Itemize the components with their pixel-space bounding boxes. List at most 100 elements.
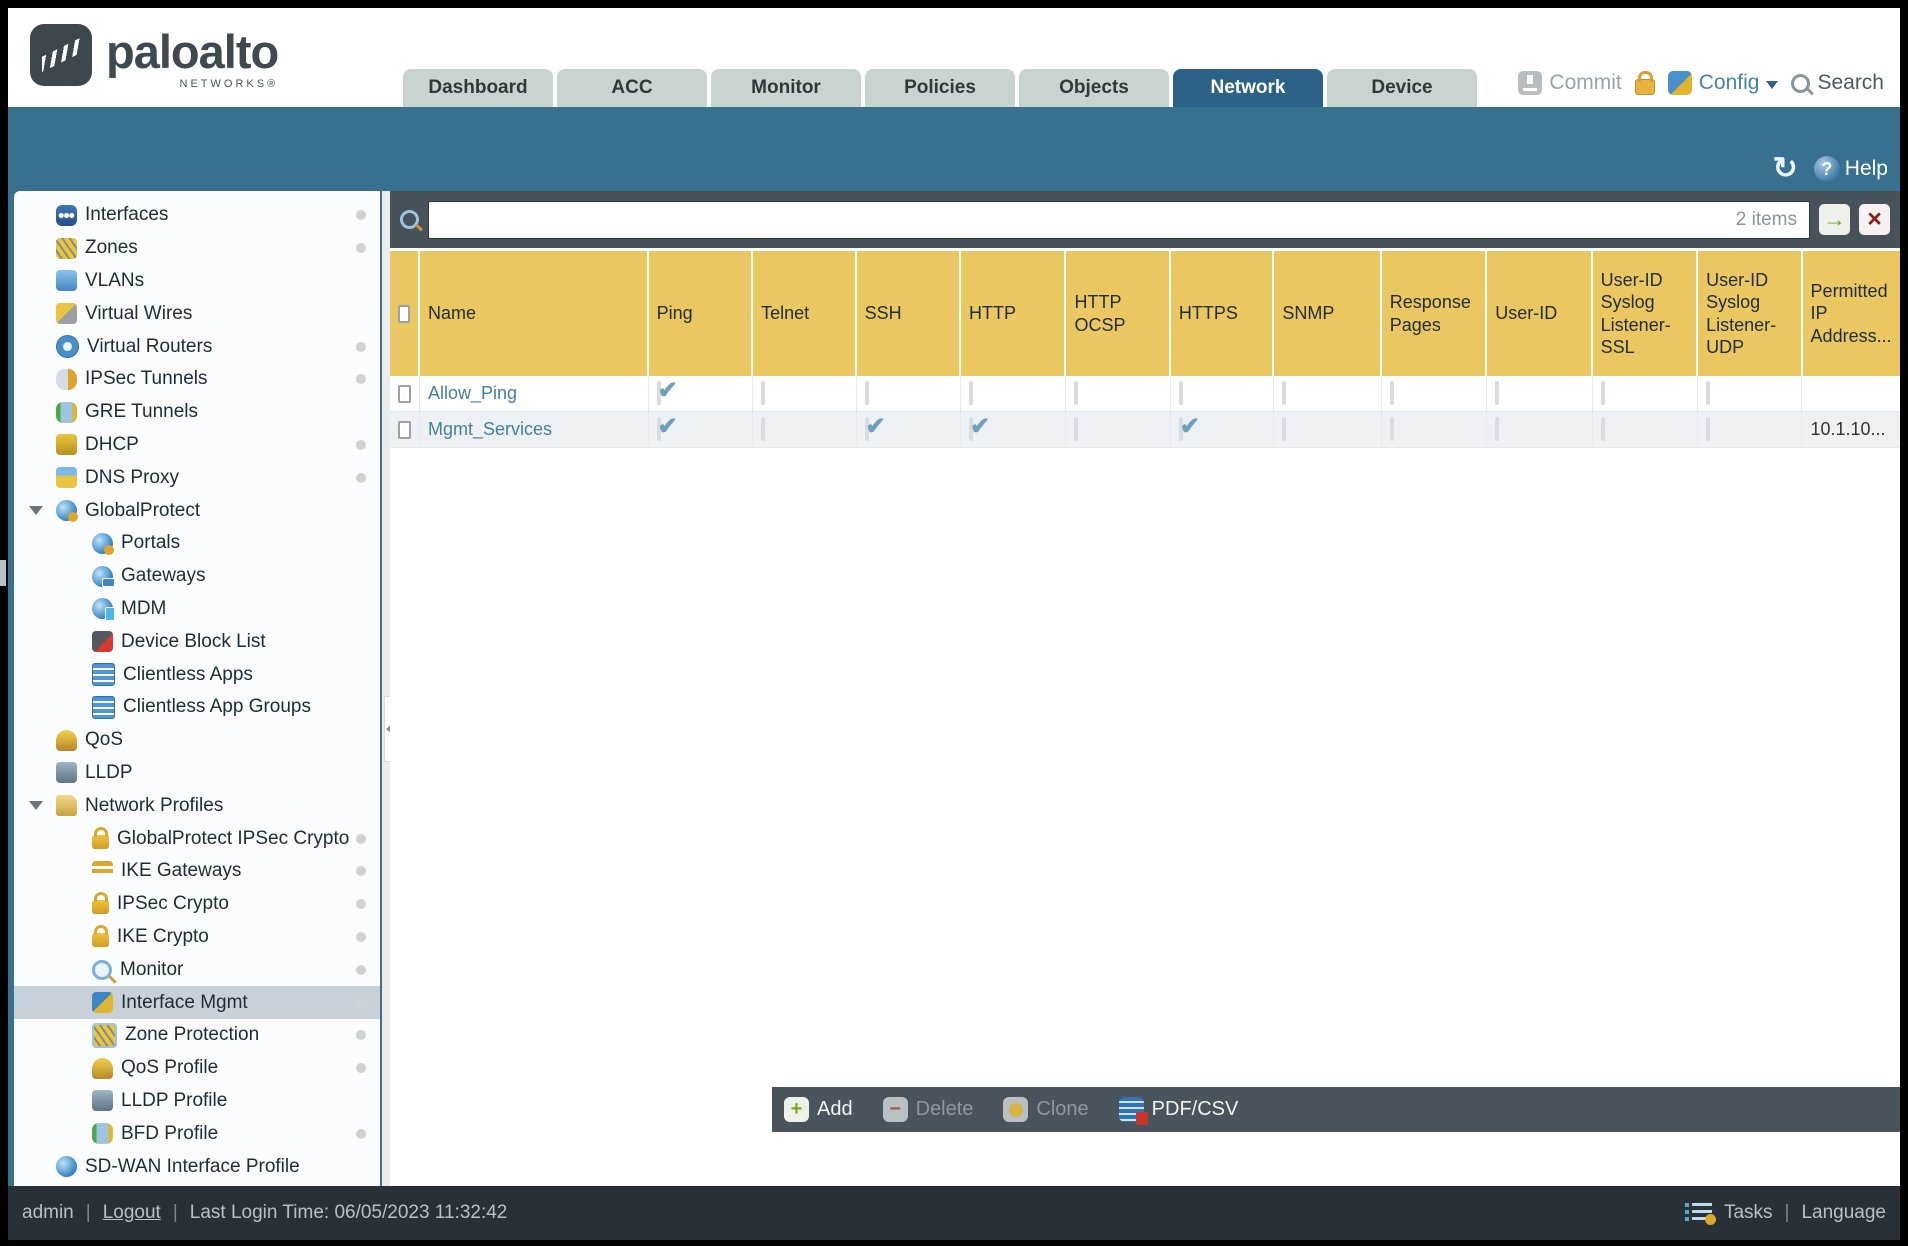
- service-checkbox-telnet[interactable]: [761, 416, 781, 441]
- network-profiles-icon: [56, 795, 77, 817]
- sidebar-item-ike-gateways[interactable]: IKE Gateways: [14, 855, 380, 888]
- sidebar-item-ike-crypto[interactable]: IKE Crypto: [14, 921, 380, 954]
- sidebar-item-dhcp[interactable]: DHCP: [14, 429, 380, 462]
- sidebar-item-mdm[interactable]: MDM: [14, 593, 380, 626]
- status-dot: [356, 1030, 366, 1041]
- logout-link[interactable]: Logout: [103, 1202, 161, 1224]
- service-checkbox-user-id[interactable]: [1495, 380, 1515, 405]
- language-button[interactable]: Language: [1801, 1202, 1886, 1224]
- column-header-response-pages[interactable]: Response Pages: [1381, 251, 1488, 376]
- tab-policies[interactable]: Policies: [865, 69, 1015, 107]
- sidebar-item-portals[interactable]: Portals: [14, 527, 380, 560]
- service-checkbox-uid-syslog-udp[interactable]: [1706, 380, 1726, 405]
- sidebar-item-device-block-list[interactable]: Device Block List: [14, 625, 380, 658]
- profile-name-link[interactable]: Allow_Ping: [428, 383, 517, 404]
- row-checkbox[interactable]: [398, 420, 411, 439]
- column-header-ping[interactable]: Ping: [648, 251, 754, 376]
- service-checkbox-ping[interactable]: ✔: [656, 413, 678, 441]
- sidebar-item-sd-wan-interface-profile[interactable]: SD-WAN Interface Profile: [14, 1150, 380, 1183]
- service-checkbox-ssh[interactable]: ✔: [864, 413, 886, 441]
- service-checkbox-response-pages[interactable]: [1389, 380, 1410, 405]
- sidebar-item-network-profiles[interactable]: Network Profiles: [14, 789, 380, 822]
- tab-device[interactable]: Device: [1327, 69, 1477, 107]
- row-checkbox[interactable]: [398, 384, 411, 403]
- expander-icon[interactable]: [29, 801, 43, 811]
- column-header-permitted-ip[interactable]: Permitted IP Address...: [1802, 251, 1900, 376]
- pdf-csv-button[interactable]: PDF/CSV: [1118, 1097, 1238, 1125]
- sidebar-item-globalprotect[interactable]: GlobalProtect: [14, 494, 380, 527]
- column-header-name[interactable]: Name: [420, 251, 649, 376]
- profile-name-link[interactable]: Mgmt_Services: [428, 419, 552, 440]
- sidebar-item-vlans[interactable]: VLANs: [14, 265, 380, 298]
- sidebar-item-virtual-routers[interactable]: Virtual Routers: [14, 330, 380, 363]
- sidebar-item-dns-proxy[interactable]: DNS Proxy: [14, 461, 380, 494]
- sidebar-item-virtual-wires[interactable]: Virtual Wires: [14, 297, 380, 330]
- tab-acc[interactable]: ACC: [557, 69, 707, 107]
- service-checkbox-snmp[interactable]: [1282, 380, 1302, 405]
- lldp-profile-icon: [92, 1090, 113, 1112]
- service-checkbox-http[interactable]: [968, 380, 989, 405]
- column-header-uid-syslog-udp[interactable]: User-ID Syslog Listener-UDP: [1698, 251, 1803, 376]
- sidebar-item-label: BFD Profile: [121, 1122, 219, 1144]
- apply-filter-button[interactable]: →: [1819, 204, 1850, 235]
- tab-objects[interactable]: Objects: [1019, 69, 1169, 107]
- service-checkbox-uid-syslog-ssl[interactable]: [1600, 416, 1621, 441]
- config-menu-button[interactable]: Config: [1667, 71, 1779, 95]
- refresh-icon[interactable]: ↻: [1773, 154, 1798, 184]
- lock-icon[interactable]: [1634, 71, 1655, 95]
- column-header-user-id[interactable]: User-ID: [1487, 251, 1593, 376]
- checkbox-box: [1495, 380, 1500, 405]
- commit-button[interactable]: Commit: [1518, 71, 1622, 95]
- delete-button: − Delete: [882, 1097, 973, 1122]
- service-checkbox-http-ocsp[interactable]: [1074, 416, 1094, 441]
- dns-proxy-icon: [56, 467, 77, 489]
- tasks-button[interactable]: Tasks: [1724, 1202, 1773, 1224]
- sidebar-item-zones[interactable]: Zones: [14, 232, 380, 265]
- column-header-http[interactable]: HTTP: [961, 251, 1067, 376]
- service-checkbox-snmp[interactable]: [1282, 416, 1302, 441]
- global-search-button[interactable]: Search: [1791, 71, 1884, 95]
- tab-dashboard[interactable]: Dashboard: [403, 69, 553, 107]
- sidebar-item-clientless-apps[interactable]: Clientless Apps: [14, 658, 380, 691]
- expander-icon[interactable]: [29, 506, 43, 516]
- sidebar-item-zone-protection[interactable]: Zone Protection: [14, 1019, 380, 1052]
- sidebar-item-qos[interactable]: QoS: [14, 724, 380, 757]
- clear-filter-button[interactable]: ×: [1859, 204, 1890, 235]
- service-checkbox-response-pages[interactable]: [1389, 416, 1410, 441]
- column-header-telnet[interactable]: Telnet: [753, 251, 857, 376]
- sidebar-item-clientless-app-groups[interactable]: Clientless App Groups: [14, 691, 380, 724]
- select-all-checkbox[interactable]: [398, 304, 410, 323]
- help-button[interactable]: ? Help: [1813, 156, 1888, 182]
- service-checkbox-http-ocsp[interactable]: [1074, 380, 1094, 405]
- column-header-snmp[interactable]: SNMP: [1274, 251, 1382, 376]
- sidebar-item-gateways[interactable]: Gateways: [14, 560, 380, 593]
- column-header-http-ocsp[interactable]: HTTP OCSP: [1066, 251, 1171, 376]
- service-checkbox-uid-syslog-udp[interactable]: [1706, 416, 1726, 441]
- sidebar-item-interface-mgmt[interactable]: Interface Mgmt: [14, 986, 380, 1019]
- service-checkbox-ping[interactable]: ✔: [656, 377, 678, 405]
- tab-network[interactable]: Network: [1173, 69, 1323, 107]
- service-checkbox-user-id[interactable]: [1495, 416, 1515, 441]
- service-checkbox-https[interactable]: [1178, 380, 1199, 405]
- sidebar-item-globalprotect-ipsec-crypto[interactable]: GlobalProtect IPSec Crypto: [14, 822, 380, 855]
- sidebar-item-gre-tunnels[interactable]: GRE Tunnels: [14, 396, 380, 429]
- sidebar-item-ipsec-tunnels[interactable]: IPSec Tunnels: [14, 363, 380, 396]
- column-header-uid-syslog-ssl[interactable]: User-ID Syslog Listener-SSL: [1592, 251, 1699, 376]
- sidebar-item-bfd-profile[interactable]: BFD Profile: [14, 1117, 380, 1150]
- sidebar-item-monitor[interactable]: Monitor: [14, 953, 380, 986]
- service-checkbox-http[interactable]: ✔: [968, 413, 990, 441]
- sidebar-item-lldp-profile[interactable]: LLDP Profile: [14, 1085, 380, 1118]
- tab-monitor[interactable]: Monitor: [711, 69, 861, 107]
- sidebar-item-ipsec-crypto[interactable]: IPSec Crypto: [14, 888, 380, 921]
- column-header-ssh[interactable]: SSH: [856, 251, 962, 376]
- service-checkbox-https[interactable]: ✔: [1178, 413, 1200, 441]
- sidebar-item-lldp[interactable]: LLDP: [14, 757, 380, 790]
- sidebar-item-interfaces[interactable]: Interfaces: [14, 199, 380, 232]
- sidebar-item-qos-profile[interactable]: QoS Profile: [14, 1052, 380, 1085]
- service-checkbox-telnet[interactable]: [761, 380, 781, 405]
- service-checkbox-uid-syslog-ssl[interactable]: [1600, 380, 1621, 405]
- column-header-https[interactable]: HTTPS: [1170, 251, 1275, 376]
- filter-input[interactable]: 2 items: [428, 200, 1810, 239]
- service-checkbox-ssh[interactable]: [864, 380, 885, 405]
- add-button[interactable]: + Add: [784, 1097, 853, 1122]
